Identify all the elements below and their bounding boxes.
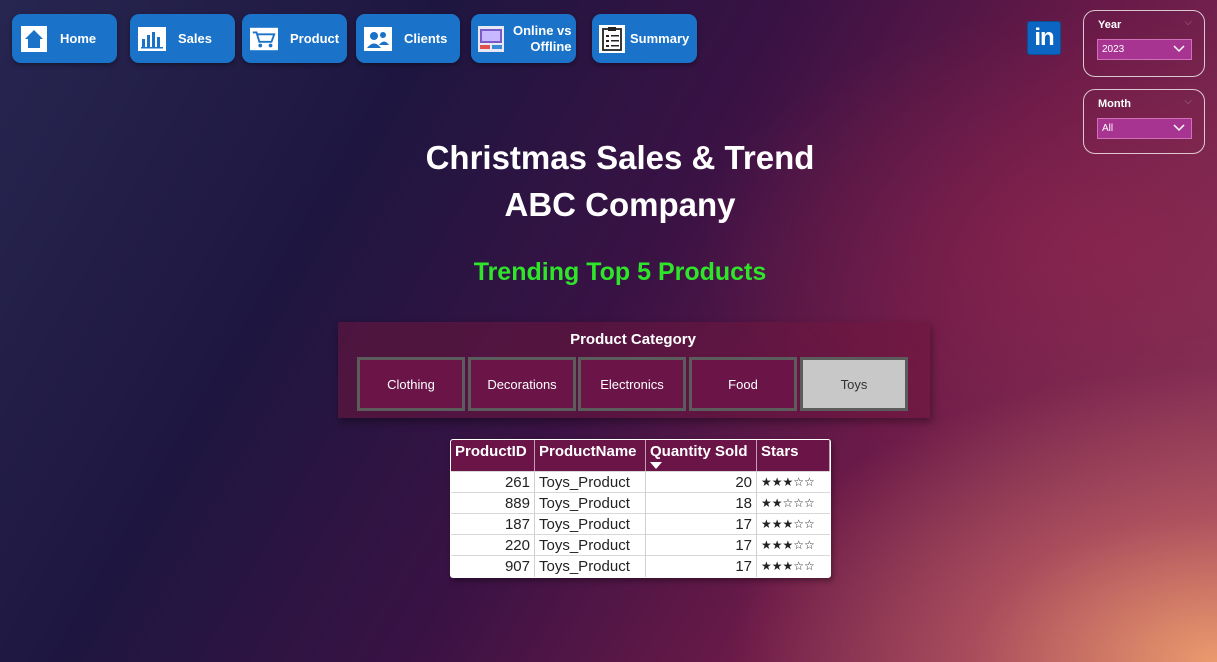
- page-title: Christmas Sales & Trend ABC Company: [0, 134, 1217, 228]
- sort-descending-icon: [650, 462, 662, 472]
- year-dropdown-value: 2023: [1102, 44, 1125, 55]
- table-header: ProductID ProductName Quantity Sold Star…: [451, 440, 830, 471]
- home-button[interactable]: Home: [12, 14, 117, 63]
- cell-productname: Toys_Product: [535, 514, 646, 535]
- chevron-down-icon: [1173, 42, 1185, 57]
- online-offline-icon: [477, 25, 505, 53]
- cell-productid: 889: [451, 493, 535, 514]
- online-vs-offline-button[interactable]: Online vs Offline: [471, 14, 576, 63]
- cell-quantity-sold: 17: [646, 535, 757, 556]
- column-header-productid[interactable]: ProductID: [451, 440, 535, 471]
- cell-quantity-sold: 18: [646, 493, 757, 514]
- cell-productname: Toys_Product: [535, 556, 646, 577]
- table-row[interactable]: 261 Toys_Product 20 ★★★☆☆: [451, 471, 830, 493]
- summary-button[interactable]: Summary: [592, 14, 697, 63]
- top-products-table: ProductID ProductName Quantity Sold Star…: [450, 439, 831, 578]
- cell-stars: ★★☆☆☆: [761, 496, 815, 510]
- category-button-decorations[interactable]: Decorations: [468, 357, 576, 411]
- category-button-electronics[interactable]: Electronics: [578, 357, 686, 411]
- table-row[interactable]: 889 Toys_Product 18 ★★☆☆☆: [451, 492, 830, 514]
- sales-label: Sales: [178, 30, 212, 46]
- product-button[interactable]: Product: [242, 14, 347, 63]
- online-offline-label-line2: Offline: [530, 38, 572, 54]
- cell-productid: 261: [451, 472, 535, 493]
- clipboard-icon: [598, 24, 626, 53]
- category-button-clothing[interactable]: Clothing: [357, 357, 465, 411]
- cell-stars: ★★★☆☆: [761, 475, 815, 489]
- section-subtitle: Trending Top 5 Products: [473, 258, 767, 286]
- online-offline-label-line1: Online vs: [513, 22, 572, 38]
- table-row[interactable]: 907 Toys_Product 17 ★★★☆☆: [451, 555, 830, 577]
- year-slicer: Year ⌵ 2023: [1083, 10, 1205, 77]
- cell-quantity-sold: 20: [646, 472, 757, 493]
- category-button-food[interactable]: Food: [689, 357, 797, 411]
- year-dropdown[interactable]: 2023: [1097, 39, 1192, 60]
- bar-chart-icon: [138, 25, 166, 53]
- home-label: Home: [60, 30, 97, 46]
- column-header-quantity-sold[interactable]: Quantity Sold: [646, 440, 757, 471]
- cell-stars: ★★★☆☆: [761, 517, 815, 531]
- shopping-cart-icon: [250, 25, 278, 53]
- cell-stars: ★★★☆☆: [761, 538, 815, 552]
- cell-productname: Toys_Product: [535, 535, 646, 556]
- column-header-productname[interactable]: ProductName: [535, 440, 646, 471]
- page-title-line1: Christmas Sales & Trend: [425, 139, 815, 176]
- month-dropdown-value: All: [1102, 123, 1114, 134]
- cell-quantity-sold: 17: [646, 556, 757, 577]
- product-category-slicer: Product Category Clothing Decorations El…: [338, 322, 930, 418]
- product-label: Product: [290, 30, 340, 46]
- home-icon: [20, 25, 48, 53]
- product-category-title: Product Category: [570, 331, 696, 348]
- cell-productid: 187: [451, 514, 535, 535]
- cell-productname: Toys_Product: [535, 472, 646, 493]
- category-button-toys[interactable]: Toys: [800, 357, 908, 411]
- table-body: 261 Toys_Product 20 ★★★☆☆ 889 Toys_Product 18 ★…: [451, 471, 830, 577]
- clients-button[interactable]: Clients: [356, 14, 460, 63]
- year-slicer-title: Year: [1098, 19, 1122, 31]
- users-icon: [364, 25, 392, 53]
- month-slicer-title: Month: [1098, 98, 1131, 110]
- column-header-stars[interactable]: Stars: [757, 440, 830, 471]
- page-title-line2: ABC Company: [504, 186, 736, 223]
- table-row[interactable]: 220 Toys_Product 17 ★★★☆☆: [451, 534, 830, 556]
- linkedin-icon[interactable]: in: [1027, 21, 1061, 55]
- table-row[interactable]: 187 Toys_Product 17 ★★★☆☆: [451, 513, 830, 535]
- cell-productid: 220: [451, 535, 535, 556]
- sales-button[interactable]: Sales: [130, 14, 235, 63]
- cell-productname: Toys_Product: [535, 493, 646, 514]
- linkedin-label: in: [1034, 24, 1054, 51]
- clear-filter-icon[interactable]: ⌵: [1184, 96, 1192, 107]
- cell-stars: ★★★☆☆: [761, 559, 815, 573]
- online-offline-label: Online vs Offline: [513, 23, 572, 55]
- clear-filter-icon[interactable]: ⌵: [1184, 17, 1192, 28]
- cell-quantity-sold: 17: [646, 514, 757, 535]
- summary-label: Summary: [630, 30, 690, 46]
- cell-productid: 907: [451, 556, 535, 577]
- clients-label: Clients: [404, 30, 448, 46]
